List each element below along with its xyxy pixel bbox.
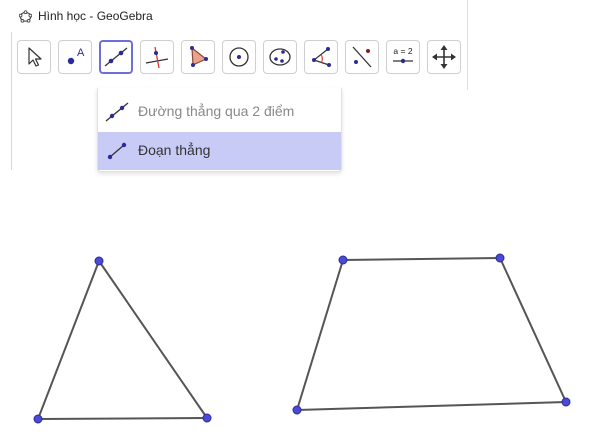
tool-angle-button[interactable] (304, 40, 338, 74)
line-tools-dropdown: Đường thẳng qua 2 điểm Đoạn thẳng (97, 88, 342, 172)
quadrilateral-segment[interactable] (342, 257, 501, 261)
menu-item-segment[interactable]: Đoạn thẳng (98, 132, 341, 170)
tool-move-graphics-button[interactable] (427, 40, 461, 74)
cursor-arrow-icon (28, 47, 42, 67)
triangle-segment[interactable] (37, 417, 208, 420)
slider-icon: a = 2 (393, 46, 413, 64)
polygon-icon (190, 46, 208, 67)
quadrilateral-vertex[interactable] (292, 405, 302, 415)
triangle-vertex[interactable] (94, 256, 104, 266)
triangle-shape (33, 256, 212, 424)
quadrilateral-vertex[interactable] (561, 397, 571, 407)
tool-circle-button[interactable] (222, 40, 256, 74)
ellipse-icon (269, 48, 291, 66)
geogebra-window: Hình học - GeoGebra A a = 2 Đường thẳng … (0, 0, 600, 445)
line-through-two-points-icon (105, 102, 129, 122)
line-through-points-icon (104, 47, 128, 67)
move-graphics-view-icon (432, 45, 456, 69)
tool-polygon-button[interactable] (181, 40, 215, 74)
quadrilateral-segment[interactable] (296, 259, 344, 411)
tool-slider-button[interactable]: a = 2 (386, 40, 420, 74)
tool-point-button[interactable]: A (58, 40, 92, 74)
tool-line-button[interactable] (99, 40, 133, 74)
tool-reflect-button[interactable] (345, 40, 379, 74)
angle-icon (312, 47, 331, 67)
window-title: Hình học - GeoGebra (38, 9, 153, 23)
toolbar-divider-left (11, 32, 12, 170)
point-icon: A (67, 47, 85, 65)
circle-center-point-icon (229, 47, 249, 67)
quadrilateral-segment[interactable] (296, 401, 567, 411)
quadrilateral-segment[interactable] (499, 257, 567, 403)
tool-move-button[interactable] (17, 40, 51, 74)
slider-label-text: a = 2 (393, 46, 412, 56)
title-bar: Hình học - GeoGebra (0, 0, 470, 32)
menu-item-line-through-two-points[interactable]: Đường thẳng qua 2 điểm (98, 93, 341, 131)
menu-item-label: Đường thẳng qua 2 điểm (138, 103, 295, 119)
reflect-about-line-icon (352, 46, 372, 68)
tool-ellipse-button[interactable] (263, 40, 297, 74)
triangle-segment[interactable] (98, 260, 208, 419)
menu-item-label: Đoạn thẳng (138, 142, 211, 158)
quadrilateral-vertex[interactable] (338, 255, 348, 265)
triangle-vertex[interactable] (202, 413, 212, 423)
tool-perpendicular-button[interactable] (140, 40, 174, 74)
point-label-text: A (77, 47, 85, 59)
quadrilateral-vertex[interactable] (495, 253, 505, 263)
triangle-segment[interactable] (37, 260, 100, 420)
perpendicular-line-icon (145, 46, 169, 69)
quadrilateral-shape (292, 253, 571, 415)
toolbar-divider-right (467, 0, 468, 90)
geogebra-logo-icon (19, 10, 32, 23)
segment-icon (107, 142, 127, 160)
triangle-vertex[interactable] (33, 414, 43, 424)
